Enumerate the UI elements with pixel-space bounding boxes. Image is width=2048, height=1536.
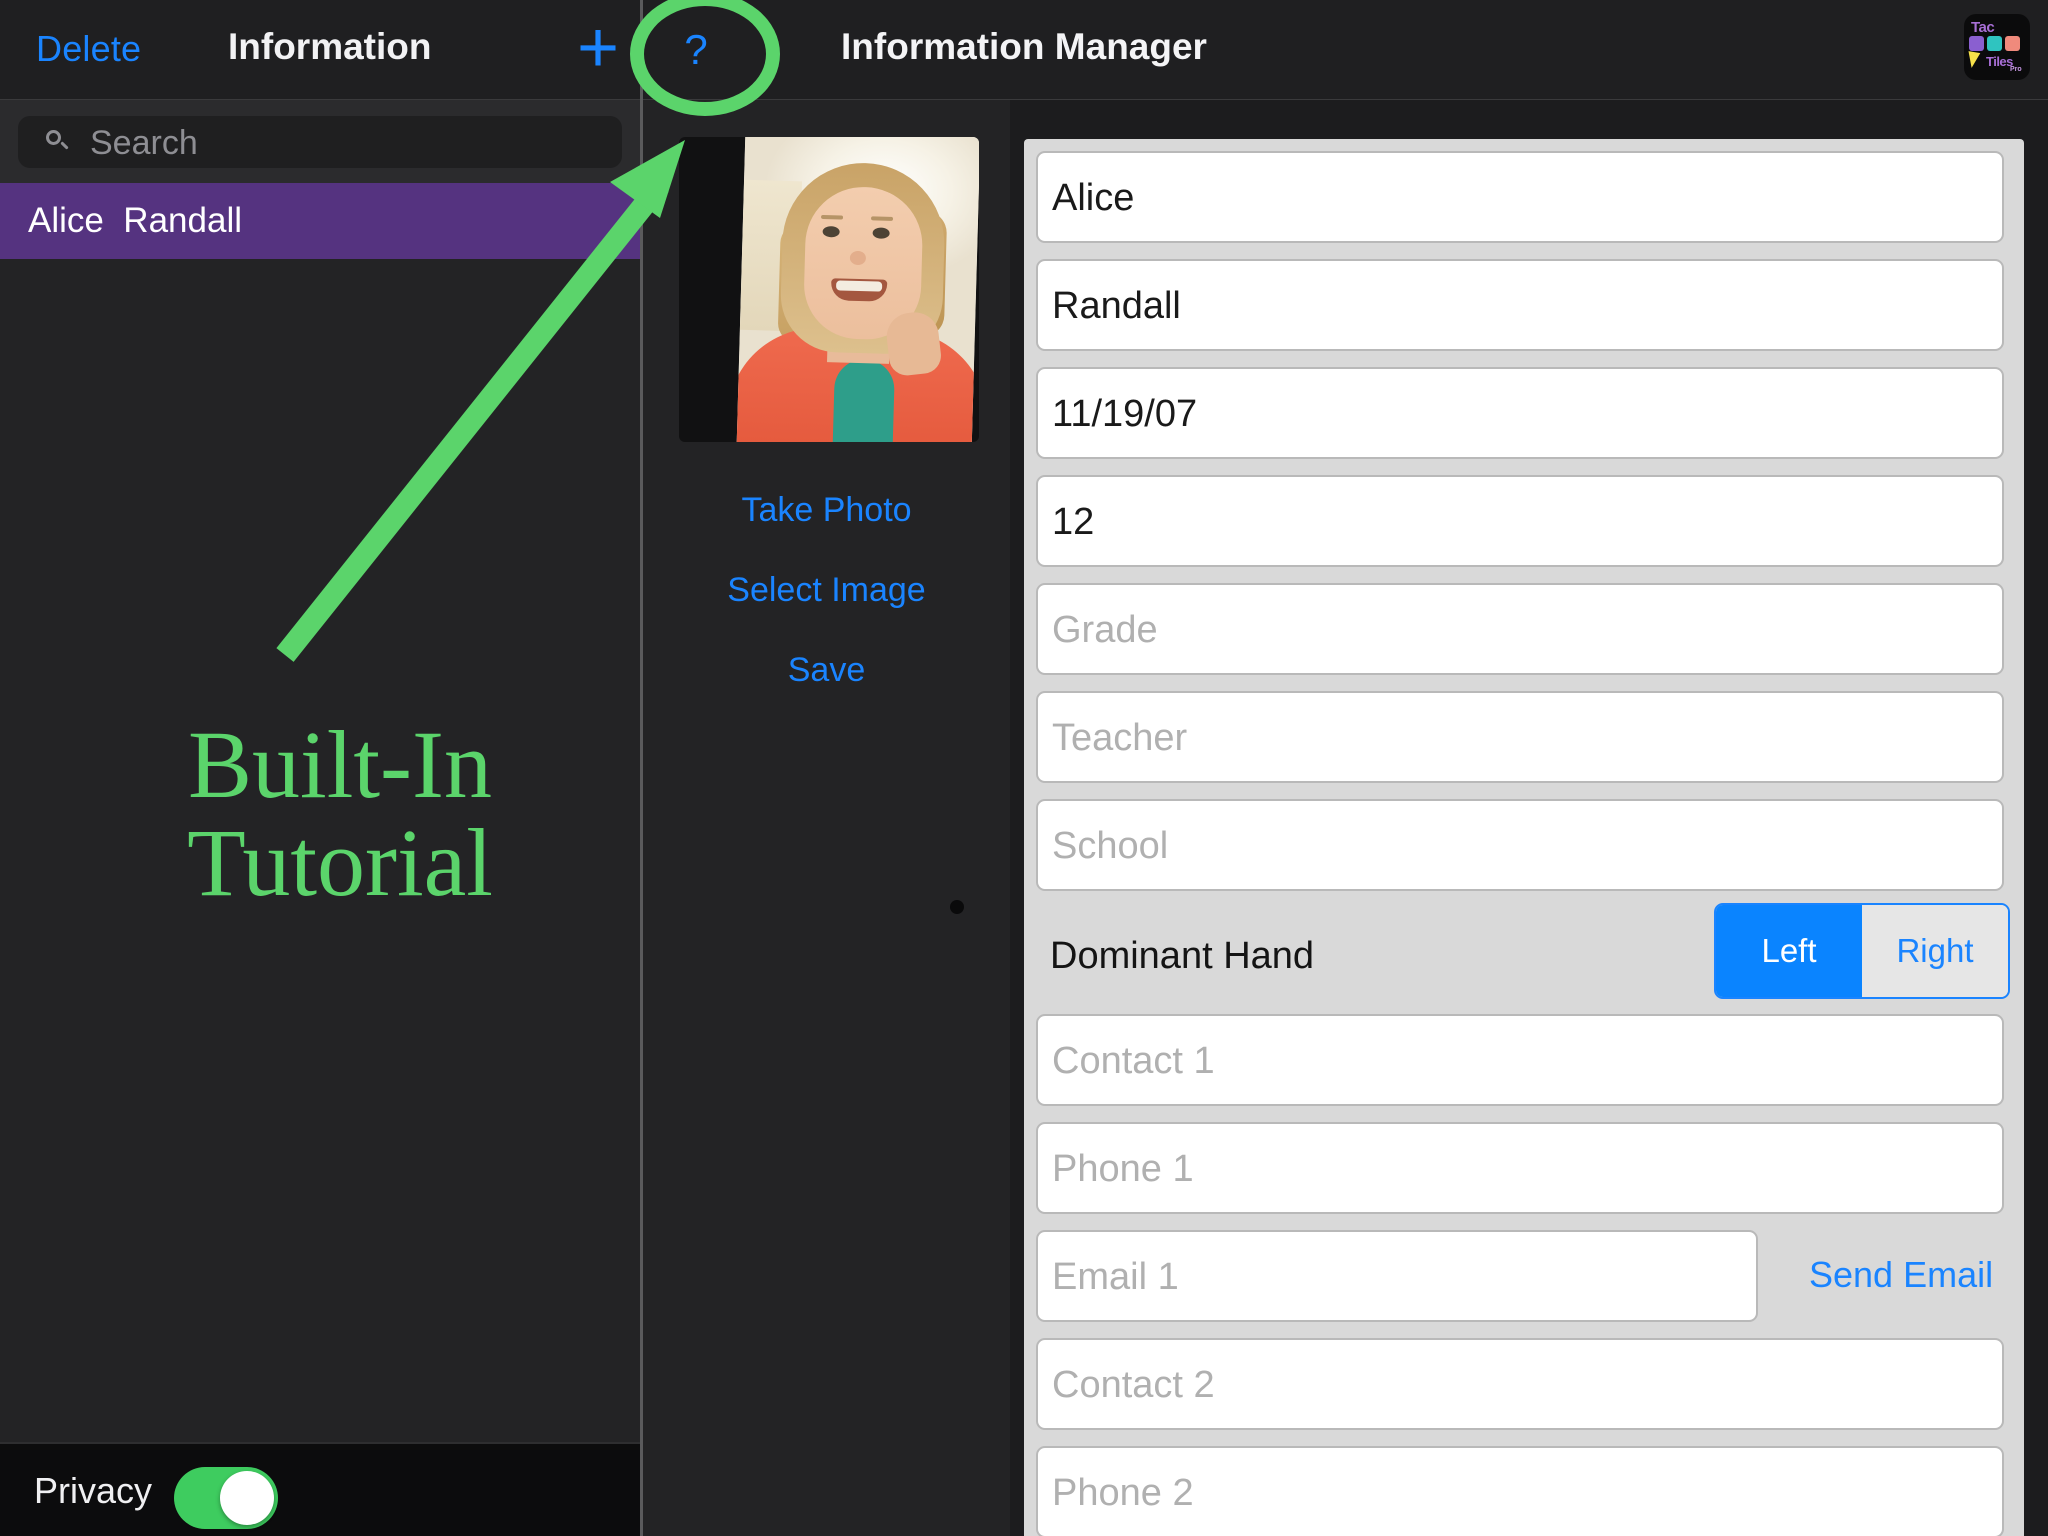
last-name-field[interactable]: Randall: [1036, 259, 2004, 351]
app-logo-word-top: Tac: [1971, 19, 1994, 36]
search-icon: [46, 130, 70, 154]
app-logo-icon: Tac Tiles Pro: [1964, 14, 2030, 80]
dot-marker: [950, 900, 964, 914]
avatar-image: [737, 137, 979, 442]
sidebar: Search Alice Randall Privacy: [0, 100, 640, 1536]
email-1-field[interactable]: Email 1: [1036, 1230, 1758, 1322]
phone-1-placeholder: Phone 1: [1052, 1148, 1194, 1191]
page-title: Information: [228, 26, 431, 68]
age-value: 12: [1052, 501, 1094, 544]
contact-1-field[interactable]: Contact 1: [1036, 1014, 2004, 1106]
phone-2-field[interactable]: Phone 2: [1036, 1446, 2004, 1536]
teacher-field[interactable]: Teacher: [1036, 691, 2004, 783]
dominant-hand-option-left[interactable]: Left: [1716, 905, 1862, 997]
last-name-value: Randall: [1052, 285, 1181, 328]
app-logo-tile-3: [2005, 36, 2020, 51]
grade-placeholder: Grade: [1052, 609, 1158, 652]
dominant-hand-label: Dominant Hand: [1050, 935, 1314, 978]
avatar[interactable]: [679, 137, 979, 442]
contact-2-field[interactable]: Contact 2: [1036, 1338, 2004, 1430]
lightning-bolt-icon: [1966, 51, 1981, 69]
school-field[interactable]: School: [1036, 799, 2004, 891]
save-button[interactable]: Save: [643, 651, 1010, 690]
first-name-value: Alice: [1052, 177, 1134, 220]
app-logo-word-small: Pro: [2010, 66, 2022, 73]
form-pane: Alice Randall 11/19/07 12 Grade Teacher …: [1010, 100, 2048, 1536]
phone-2-placeholder: Phone 2: [1052, 1472, 1194, 1515]
privacy-label: Privacy: [34, 1470, 152, 1512]
contact-1-placeholder: Contact 1: [1052, 1040, 1215, 1083]
search-bar-container: Search: [0, 100, 640, 183]
phone-1-field[interactable]: Phone 1: [1036, 1122, 2004, 1214]
privacy-toggle[interactable]: [174, 1467, 278, 1529]
information-form: Alice Randall 11/19/07 12 Grade Teacher …: [1024, 139, 2024, 1536]
teacher-placeholder: Teacher: [1052, 717, 1187, 760]
grade-field[interactable]: Grade: [1036, 583, 2004, 675]
app-root: Information Manager Delete Information +…: [0, 0, 2048, 1536]
dominant-hand-segmented-control[interactable]: Left Right: [1714, 903, 2010, 999]
select-image-button[interactable]: Select Image: [643, 571, 1010, 610]
search-input[interactable]: Search: [18, 116, 622, 168]
sidebar-list-background: [0, 259, 640, 1536]
app-logo-tile-2: [1987, 36, 2002, 51]
privacy-toggle-knob: [220, 1471, 274, 1525]
search-placeholder: Search: [90, 124, 198, 162]
add-icon[interactable]: +: [562, 8, 634, 88]
delete-button[interactable]: Delete: [36, 28, 141, 70]
email-1-placeholder: Email 1: [1052, 1256, 1179, 1299]
first-name-field[interactable]: Alice: [1036, 151, 2004, 243]
school-placeholder: School: [1052, 825, 1168, 868]
photo-panel: Take Photo Select Image Save: [643, 100, 1010, 1536]
privacy-bar: Privacy: [0, 1442, 640, 1536]
take-photo-button[interactable]: Take Photo: [643, 491, 1010, 530]
list-item[interactable]: Alice Randall: [0, 183, 640, 259]
dominant-hand-option-right[interactable]: Right: [1862, 905, 2008, 997]
send-email-button[interactable]: Send Email: [1809, 1254, 2009, 1296]
birthdate-value: 11/19/07: [1052, 393, 1197, 436]
birthdate-field[interactable]: 11/19/07: [1036, 367, 2004, 459]
app-logo-tile-1: [1969, 36, 1984, 51]
app-logo-word-bottom: Tiles: [1986, 54, 2013, 69]
contact-2-placeholder: Contact 2: [1052, 1364, 1215, 1407]
list-item-label: Alice Randall: [28, 201, 242, 241]
top-bar: Information Manager Delete Information +…: [0, 0, 2048, 100]
age-field[interactable]: 12: [1036, 475, 2004, 567]
help-icon[interactable]: ?: [668, 20, 724, 80]
dominant-hand-row: Dominant Hand Left Right: [1024, 899, 2024, 1007]
